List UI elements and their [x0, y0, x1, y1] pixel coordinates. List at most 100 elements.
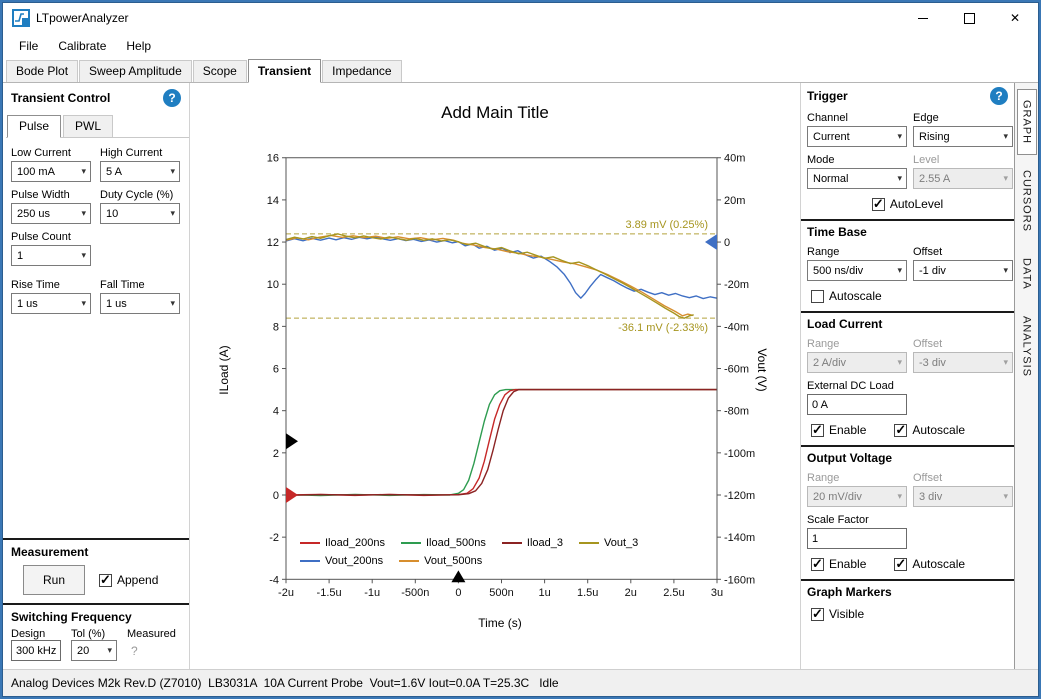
- y-left-tick-label: 4: [273, 406, 279, 418]
- close-button[interactable]: ✕: [992, 3, 1038, 33]
- tab-sweep-amplitude[interactable]: Sweep Amplitude: [79, 60, 192, 82]
- pulse-count-label: Pulse Count: [11, 231, 91, 243]
- vout-zero-marker[interactable]: [705, 234, 717, 250]
- trigger-mode-select[interactable]: Normal▾: [807, 168, 907, 189]
- chevron-down-icon: ▾: [107, 645, 112, 656]
- menu-calibrate[interactable]: Calibrate: [48, 33, 116, 58]
- trigger-channel-select[interactable]: Current▾: [807, 126, 907, 147]
- time-base-offset-select[interactable]: -1 div▾: [913, 260, 1013, 281]
- markers-visible-checkbox[interactable]: [811, 608, 824, 621]
- transient-chart[interactable]: -2u-1.5u-1u-500n0500n1u1.5u2u2.5u3u16141…: [190, 83, 800, 669]
- y-axis-right-label: Vout (V): [755, 310, 769, 430]
- pulse-width-select[interactable]: 250 us▾: [11, 203, 91, 224]
- run-button[interactable]: Run: [23, 565, 85, 595]
- autolevel-checkbox[interactable]: [872, 198, 885, 211]
- plot-area: -2u-1.5u-1u-500n0500n1u1.5u2u2.5u3u16141…: [190, 83, 800, 669]
- transient-control-panel: Transient Control ? Pulse PWL Low Curren…: [3, 83, 190, 669]
- scale-factor-input[interactable]: [807, 528, 907, 549]
- legend-swatch: [502, 542, 522, 544]
- help-icon[interactable]: ?: [990, 87, 1008, 105]
- vout-min-annotation: -36.1 mV (-2.33%): [468, 322, 708, 334]
- side-tab-graph[interactable]: GRAPH: [1017, 89, 1037, 155]
- side-tab-strip: GRAPH CURSORS DATA ANALYSIS: [1014, 83, 1038, 669]
- chart-legend: Iload_200nsIload_500nsIload_3Vout_3Vout_…: [300, 534, 710, 570]
- title-bar: LTpowerAnalyzer ✕: [3, 3, 1038, 33]
- app-window: LTpowerAnalyzer ✕ File Calibrate Help Bo…: [2, 2, 1039, 697]
- close-icon: ✕: [1010, 12, 1020, 24]
- high-current-label: High Current: [100, 147, 180, 159]
- tab-transient[interactable]: Transient: [248, 59, 321, 83]
- tab-bode-plot[interactable]: Bode Plot: [6, 60, 78, 82]
- high-current-select[interactable]: 5 A▾: [100, 161, 180, 182]
- menu-help[interactable]: Help: [116, 33, 161, 58]
- fall-time-select[interactable]: 1 us▾: [100, 293, 180, 314]
- tolerance-select[interactable]: 20▾: [71, 640, 117, 661]
- maximize-button[interactable]: [946, 3, 992, 33]
- y-left-tick-label: 14: [267, 195, 279, 207]
- x-tick-label: 1u: [538, 587, 550, 599]
- x-tick-label: 2.5u: [663, 587, 684, 599]
- tol-label: Tol (%): [71, 628, 117, 640]
- output-voltage-enable-checkbox[interactable]: [811, 558, 824, 571]
- external-dc-load-input[interactable]: [807, 394, 907, 415]
- load-current-offset-label: Offset: [913, 338, 1013, 350]
- y-right-tick-label: -60m: [724, 364, 749, 376]
- output-voltage-offset-select: 3 div▾: [913, 486, 1013, 507]
- rise-time-label: Rise Time: [11, 279, 91, 291]
- help-icon[interactable]: ?: [163, 89, 181, 107]
- trigger-time-marker[interactable]: [451, 570, 465, 582]
- y-right-tick-label: -140m: [724, 532, 755, 544]
- subtab-pwl[interactable]: PWL: [63, 115, 113, 137]
- minimize-button[interactable]: [900, 3, 946, 33]
- series-Vout_200ns: [286, 237, 717, 298]
- chevron-down-icon: ▾: [1003, 357, 1008, 368]
- load-current-autoscale-checkbox[interactable]: [894, 424, 907, 437]
- legend-swatch: [300, 560, 320, 562]
- low-current-select[interactable]: 100 mA▾: [11, 161, 91, 182]
- time-base-autoscale-checkbox[interactable]: [811, 290, 824, 303]
- external-dc-load-label: External DC Load: [807, 380, 907, 392]
- x-tick-label: 1.5u: [577, 587, 598, 599]
- chevron-down-icon: ▾: [81, 166, 86, 177]
- y-right-tick-label: -100m: [724, 448, 755, 460]
- trigger-section: Trigger ? Channel Edge Current▾ Rising▾ …: [801, 83, 1014, 219]
- iload-zero-marker[interactable]: [286, 487, 298, 503]
- design-frequency-input[interactable]: [11, 640, 61, 661]
- chevron-down-icon: ▾: [81, 208, 86, 219]
- chart-title[interactable]: Add Main Title: [190, 103, 800, 123]
- pulse-pwl-tabs: Pulse PWL: [6, 115, 189, 138]
- tab-scope[interactable]: Scope: [193, 60, 247, 82]
- chevron-down-icon: ▾: [81, 298, 86, 309]
- y-left-tick-label: 0: [273, 490, 279, 502]
- tab-impedance[interactable]: Impedance: [322, 60, 401, 82]
- load-current-enable-checkbox[interactable]: [811, 424, 824, 437]
- y-left-tick-label: -2: [269, 532, 279, 544]
- menu-file[interactable]: File: [9, 33, 48, 58]
- edge-label: Edge: [913, 112, 1013, 124]
- duty-cycle-label: Duty Cycle (%): [100, 189, 180, 201]
- append-checkbox[interactable]: [99, 574, 112, 587]
- x-tick-label: 500n: [489, 587, 513, 599]
- trigger-level-marker[interactable]: [286, 433, 298, 449]
- x-tick-label: -1.5u: [317, 587, 342, 599]
- side-tab-analysis[interactable]: ANALYSIS: [1017, 305, 1037, 388]
- legend-swatch: [399, 560, 419, 562]
- load-current-enable-label: Enable: [829, 423, 866, 437]
- pulse-count-select[interactable]: 1▾: [11, 245, 91, 266]
- y-left-tick-label: -4: [269, 574, 279, 586]
- side-tab-cursors[interactable]: CURSORS: [1017, 159, 1037, 243]
- graph-markers-section: Graph Markers Visible: [801, 579, 1014, 629]
- subtab-pulse[interactable]: Pulse: [7, 115, 61, 138]
- legend-swatch: [401, 542, 421, 544]
- trigger-edge-select[interactable]: Rising▾: [913, 126, 1013, 147]
- series-Iload_3: [286, 390, 717, 496]
- side-tab-data[interactable]: DATA: [1017, 247, 1037, 301]
- y-left-tick-label: 2: [273, 448, 279, 460]
- output-voltage-autoscale-checkbox[interactable]: [894, 558, 907, 571]
- low-current-label: Low Current: [11, 147, 91, 159]
- time-base-section: Time Base Range Offset 500 ns/div▾ -1 di…: [801, 219, 1014, 311]
- time-base-autoscale-label: Autoscale: [829, 289, 882, 303]
- time-base-range-select[interactable]: 500 ns/div▾: [807, 260, 907, 281]
- duty-cycle-select[interactable]: 10▾: [100, 203, 180, 224]
- rise-time-select[interactable]: 1 us▾: [11, 293, 91, 314]
